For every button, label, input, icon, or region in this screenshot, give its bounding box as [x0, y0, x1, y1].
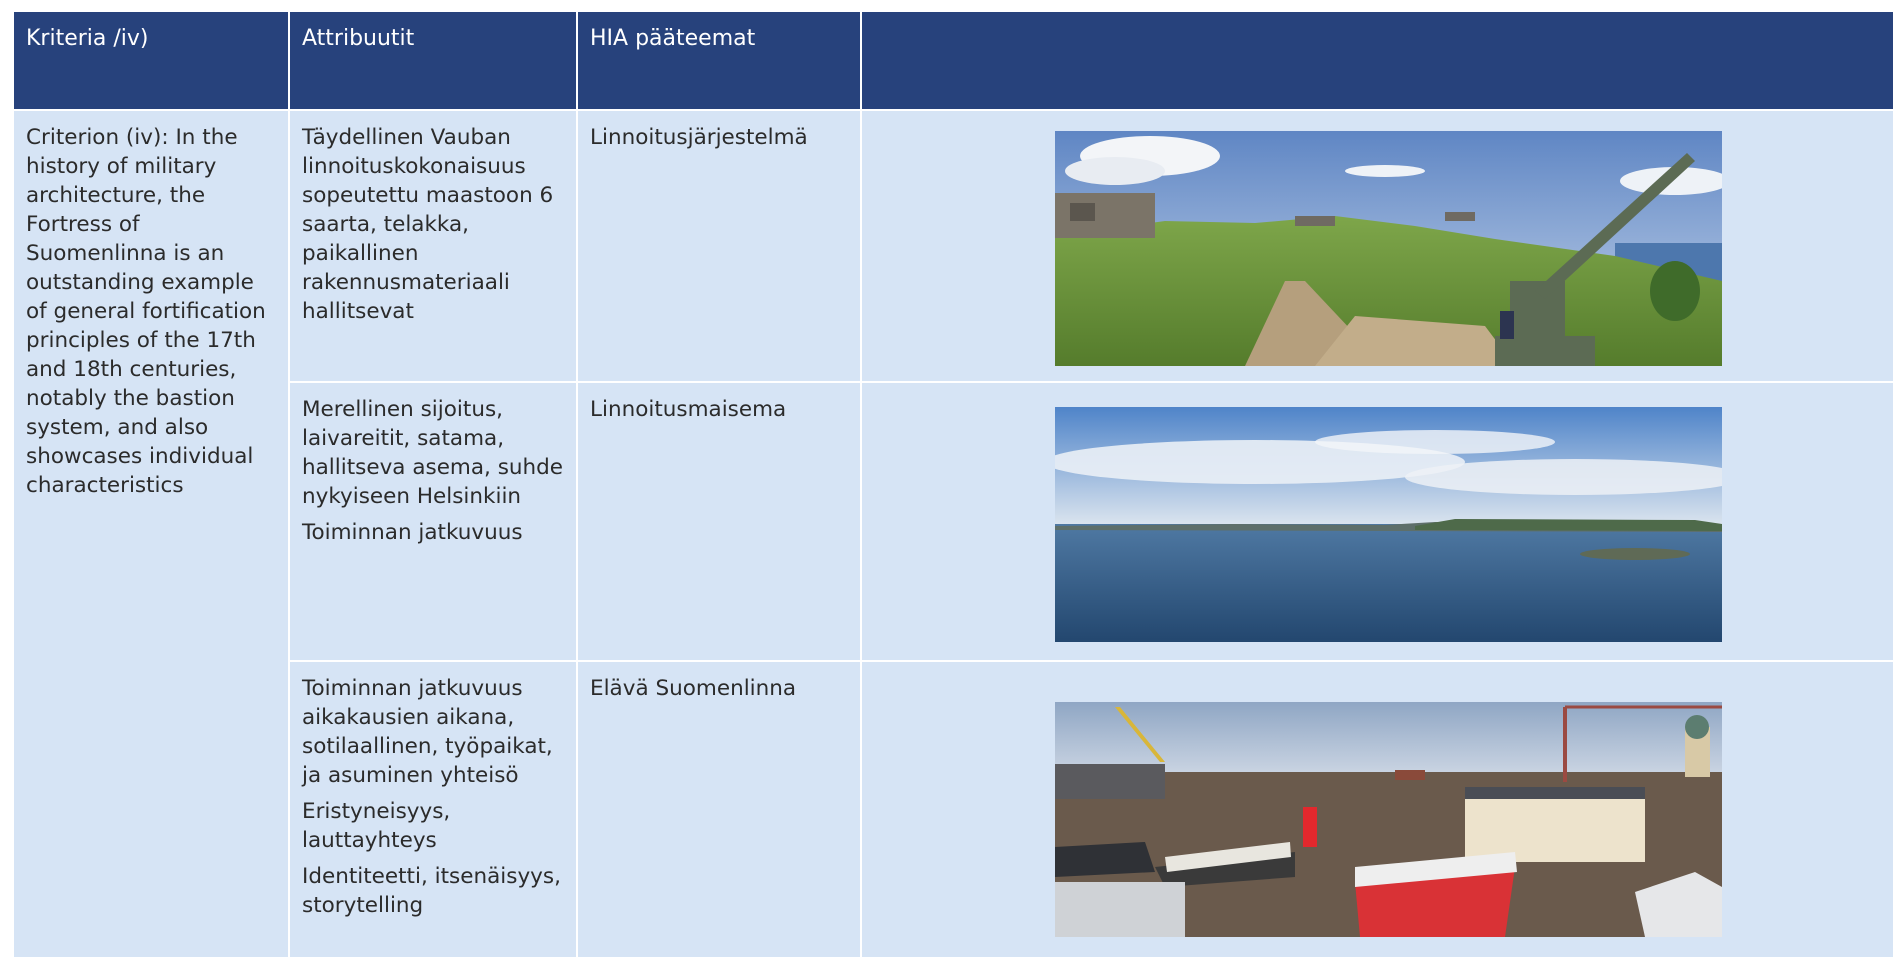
theme-text: Elävä Suomenlinna [590, 676, 797, 701]
fortress-cannon-photo [1055, 131, 1722, 366]
header-attributes: Attribuutit [290, 12, 576, 109]
criterion-paragraph: Criterion (iv): In the history of milita… [26, 125, 266, 498]
header-criteria: Kriteria /iv) [14, 12, 288, 109]
attribute-text: Merellinen sijoitus, laivareitit, satama… [302, 397, 564, 509]
header-themes-label: HIA pääteemat [590, 26, 756, 51]
sea-landscape-photo [1055, 407, 1722, 642]
attribute-text: Täydellinen Vauban linnoituskokonaisuus … [302, 125, 554, 324]
theme-text: Linnoitusjärjestelmä [590, 125, 808, 150]
grid-line [860, 12, 862, 957]
header-images [862, 12, 1893, 109]
row-1-theme: Linnoitusjärjestelmä [578, 111, 860, 164]
row-2-attributes: Merellinen sijoitus, laivareitit, satama… [290, 383, 576, 566]
theme-text: Linnoitusmaisema [590, 397, 787, 422]
attribute-text: Identiteetti, itsenäisyys, storytelling [302, 864, 561, 918]
criterion-text: Criterion (iv): In the history of milita… [14, 111, 288, 512]
attribute-text: Eristyneisyys, lauttayhteys [302, 799, 451, 853]
criteria-table: Kriteria /iv) Attribuutit HIA pääteemat … [14, 12, 1893, 957]
attribute-text: Toiminnan jatkuvuus [302, 520, 523, 545]
row-3-attributes: Toiminnan jatkuvuus aikakausien aikana, … [290, 662, 576, 939]
row-2-theme: Linnoitusmaisema [578, 383, 860, 436]
header-criteria-label: Kriteria /iv) [26, 26, 149, 51]
attribute-text: Toiminnan jatkuvuus aikakausien aikana, … [302, 676, 553, 788]
row-3-theme: Elävä Suomenlinna [578, 662, 860, 715]
shipyard-photo [1055, 702, 1722, 937]
row-1-attributes: Täydellinen Vauban linnoituskokonaisuus … [290, 111, 576, 345]
header-attributes-label: Attribuutit [302, 26, 415, 51]
header-themes: HIA pääteemat [578, 12, 860, 109]
